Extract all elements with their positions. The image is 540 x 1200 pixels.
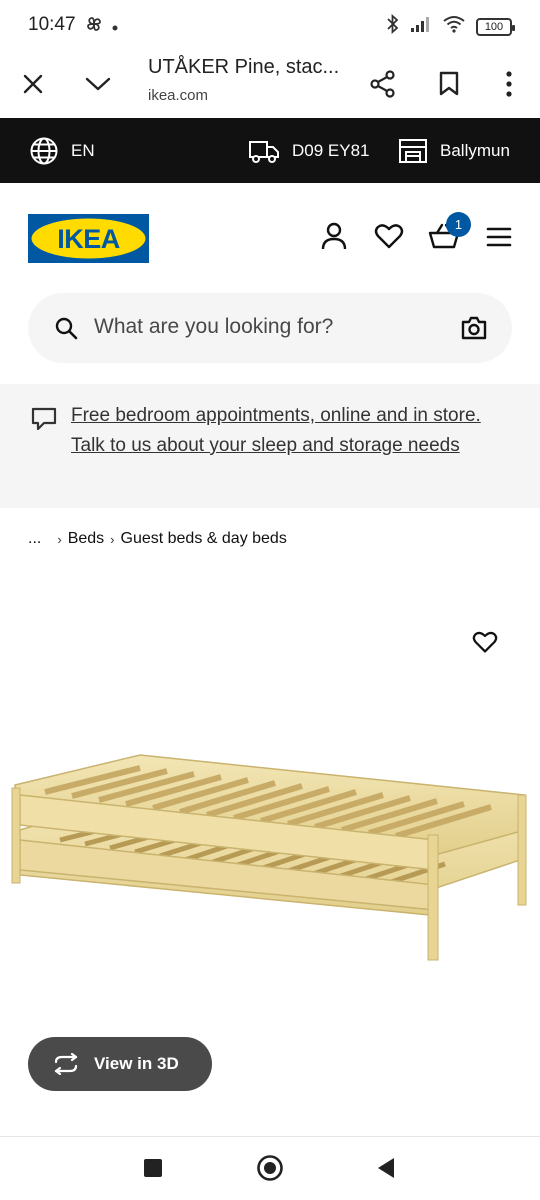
store-selector[interactable]: Ballymun (398, 118, 510, 183)
store-icon (399, 138, 427, 163)
share-button[interactable] (361, 62, 405, 106)
view-in-3d-label: View in 3D (94, 1054, 179, 1073)
locale-bar: EN D09 EY81 Ballymun (0, 118, 540, 183)
square-icon (144, 1159, 162, 1177)
battery-indicator: 100 (476, 17, 515, 36)
share-icon (370, 70, 395, 98)
page-domain[interactable]: ikea.com (148, 87, 208, 104)
account-button[interactable] (319, 219, 349, 259)
visual-search-button[interactable] (460, 315, 488, 346)
chevron-right-icon: › (57, 531, 62, 547)
page-title[interactable]: UTÅKER Pine, stac... (148, 56, 339, 79)
search-input[interactable]: What are you looking for? (94, 315, 333, 339)
delivery-truck-icon (249, 140, 279, 163)
more-options-button[interactable] (487, 62, 531, 106)
rotate-3d-icon (54, 1053, 78, 1075)
chevron-right-icon: › (110, 531, 115, 547)
delivery-postcode[interactable]: D09 EY81 (248, 118, 370, 183)
user-icon (321, 222, 347, 250)
language-label: EN (71, 140, 95, 160)
breadcrumb-item-guest-beds[interactable]: Guest beds & day beds (121, 530, 287, 548)
search-icon (54, 316, 78, 345)
breadcrumb-item-beds[interactable]: Beds (68, 530, 104, 548)
close-icon (23, 74, 43, 94)
ikea-logo[interactable]: IKEA (28, 214, 149, 263)
more-vertical-icon (506, 71, 512, 97)
language-selector[interactable]: EN (29, 118, 95, 183)
heart-icon (472, 631, 498, 653)
search-bar[interactable]: What are you looking for? (28, 293, 512, 363)
dot-icon (112, 18, 118, 36)
status-time: 10:47 (28, 14, 76, 35)
cart-count-badge: 1 (446, 212, 471, 237)
status-bar: 10:47 100 (0, 0, 540, 52)
menu-button[interactable] (486, 219, 512, 259)
home-button[interactable] (256, 1154, 284, 1187)
chat-bubble-icon (30, 406, 58, 437)
bookmark-button[interactable] (427, 62, 471, 106)
hamburger-menu-icon (486, 227, 512, 247)
circle-icon (257, 1155, 283, 1181)
favourites-button[interactable] (374, 219, 404, 259)
close-tab-button[interactable] (11, 62, 55, 106)
appointments-banner: Free bedroom appointments, online and in… (0, 384, 540, 508)
breadcrumb-ellipsis[interactable]: ... (28, 530, 41, 548)
bookmark-icon (439, 71, 459, 96)
globe-icon (30, 137, 58, 164)
system-navigation-bar (0, 1136, 540, 1200)
site-header: IKEA (0, 183, 540, 293)
add-to-favourites-button[interactable] (472, 630, 498, 659)
recents-button[interactable] (143, 1158, 163, 1183)
collapse-button[interactable] (76, 62, 120, 106)
view-in-3d-button[interactable]: View in 3D (28, 1037, 212, 1091)
camera-icon (461, 316, 487, 340)
wifi-icon (442, 15, 466, 38)
bluetooth-icon (386, 13, 400, 39)
svg-text:IKEA: IKEA (57, 224, 120, 254)
browser-toolbar: UTÅKER Pine, stac... ikea.com (0, 52, 540, 118)
breadcrumb: ... › Beds › Guest beds & day beds (28, 530, 287, 548)
product-image (11, 754, 527, 961)
store-label: Ballymun (440, 140, 510, 160)
back-button[interactable] (376, 1156, 396, 1185)
signal-icon (410, 15, 432, 38)
heart-icon (374, 224, 404, 249)
ikea-logo-graphic: IKEA (28, 214, 149, 263)
appointments-link[interactable]: Free bedroom appointments, online and in… (71, 401, 501, 461)
chevron-down-icon (85, 77, 111, 91)
triangle-back-icon (378, 1158, 394, 1178)
postcode-label: D09 EY81 (292, 140, 370, 160)
pinwheel-icon (84, 14, 104, 39)
